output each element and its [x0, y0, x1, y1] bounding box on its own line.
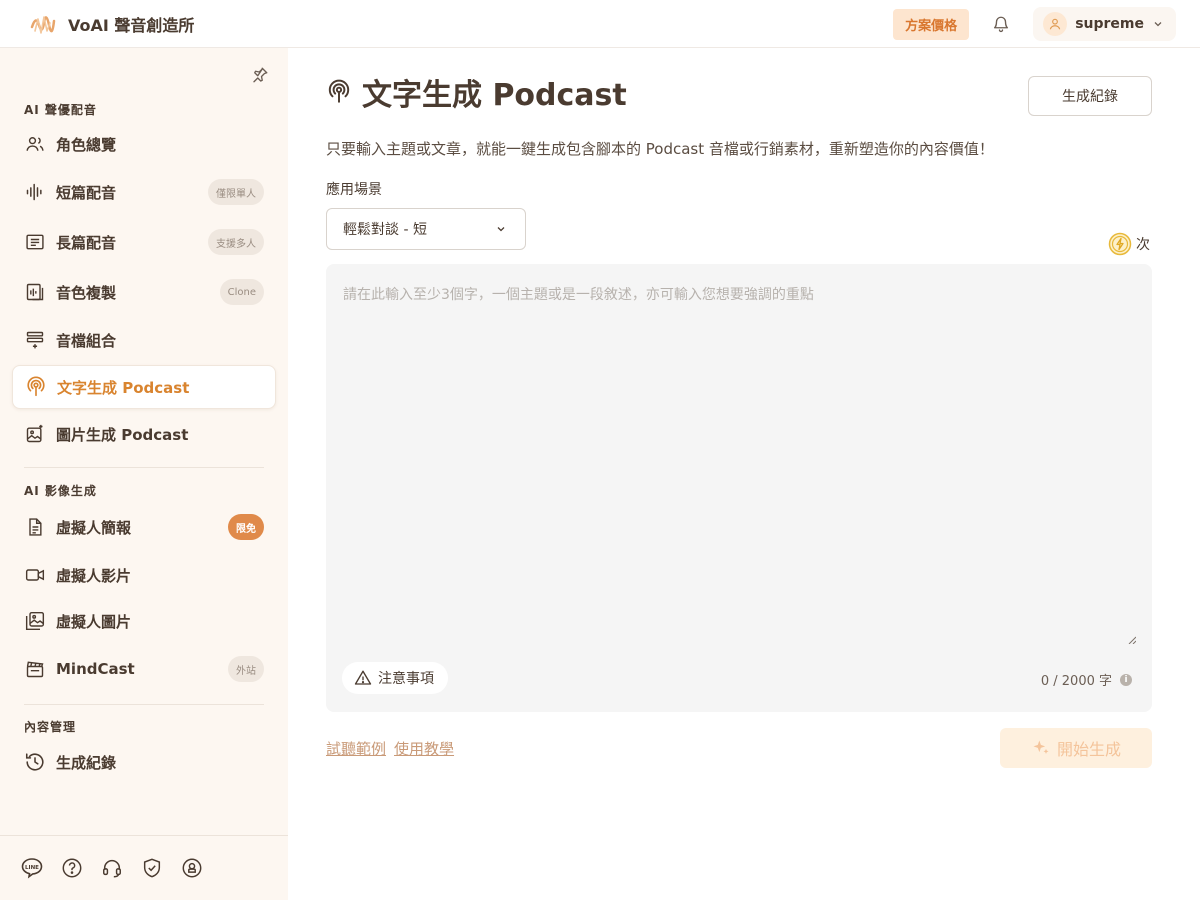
- sparkle-icon: [1033, 740, 1049, 754]
- podcast-icon: [328, 79, 350, 103]
- help-icon[interactable]: [60, 856, 84, 880]
- divider: [24, 467, 264, 468]
- user-menu[interactable]: supreme: [1033, 7, 1176, 41]
- top-bar: VoAI 聲音創造所 方案價格 supreme: [0, 0, 1200, 48]
- document-icon: [24, 516, 46, 538]
- sidebar: AI 聲優配音 角色總覽 短篇配音 僅限單人 長篇配音 支援多人 音色複製 Cl…: [0, 48, 288, 900]
- sidebar-item-label: 虛擬人圖片: [56, 612, 132, 631]
- sidebar-item-audio-combine[interactable]: 音檔組合: [12, 318, 276, 362]
- sidebar-item-label: 長篇配音: [56, 233, 117, 252]
- sidebar-item-image-podcast[interactable]: 圖片生成 Podcast: [12, 412, 276, 456]
- chevron-down-icon: [1154, 22, 1162, 27]
- sidebar-item-label: 短篇配音: [56, 183, 117, 202]
- badge-free: 限免: [228, 514, 264, 540]
- sample-link[interactable]: 試聽範例: [326, 738, 386, 759]
- section-title-voice: AI 聲優配音: [24, 103, 97, 117]
- sidebar-item-avatar-presentation[interactable]: 虛擬人簡報 限免: [12, 505, 276, 549]
- sidebar-item-label: 音色複製: [56, 283, 117, 302]
- avatar: [1043, 12, 1068, 36]
- sidebar-item-characters[interactable]: 角色總覽: [12, 122, 276, 166]
- text-editor[interactable]: 請在此輸入至少3個字，一個主題或是一段敘述，亦可輸入您想要強調的重點 注意事項 …: [326, 264, 1152, 712]
- voai-logo-icon: [30, 15, 56, 34]
- list-box-icon: [24, 231, 46, 253]
- section-title-video: AI 影像生成: [24, 484, 97, 498]
- privacy-icon[interactable]: [180, 856, 204, 880]
- history-button[interactable]: 生成紀錄: [1028, 76, 1152, 116]
- warning-icon: [354, 670, 372, 685]
- sidebar-item-label: MindCast: [56, 660, 135, 678]
- scene-label: 應用場景: [326, 182, 382, 198]
- image-icon: [24, 610, 46, 632]
- badge-multi-support: 支援多人: [208, 229, 264, 255]
- sidebar-item-label: 虛擬人影片: [56, 566, 132, 585]
- page-description: 只要輸入主題或文章，就能一鍵生成包含腳本的 Podcast 音檔或行銷素材，重新…: [326, 140, 994, 158]
- divider: [24, 704, 264, 705]
- sidebar-item-voice-clone[interactable]: 音色複製 Clone: [12, 270, 276, 314]
- sidebar-item-short-dubbing[interactable]: 短篇配音 僅限單人: [12, 170, 276, 214]
- main-content: 文字生成 Podcast 生成紀錄 只要輸入主題或文章，就能一鍵生成包含腳本的 …: [288, 48, 1200, 900]
- pin-icon[interactable]: [251, 66, 271, 86]
- resize-handle-icon[interactable]: [1128, 636, 1136, 644]
- shield-check-icon[interactable]: [140, 856, 164, 880]
- bell-icon[interactable]: [991, 14, 1011, 34]
- title-row: 文字生成 Podcast: [326, 70, 627, 114]
- history-icon: [24, 751, 46, 773]
- section-title-content: 內容管理: [24, 720, 77, 734]
- headset-icon[interactable]: [100, 856, 124, 880]
- sidebar-item-label: 音檔組合: [56, 331, 117, 350]
- svg-text:LINE: LINE: [25, 865, 39, 871]
- line-icon[interactable]: LINE: [20, 856, 44, 880]
- pricing-button[interactable]: 方案價格: [893, 8, 970, 40]
- sidebar-item-history[interactable]: 生成紀錄: [12, 740, 276, 784]
- badge-single-only: 僅限單人: [208, 179, 264, 205]
- voice-clone-icon: [24, 281, 46, 303]
- image-sparkle-icon: [24, 423, 46, 445]
- info-icon[interactable]: i: [1120, 673, 1132, 686]
- sidebar-item-avatar-video[interactable]: 虛擬人影片: [12, 553, 276, 597]
- badge-clone: Clone: [219, 279, 264, 305]
- page-title: 文字生成 Podcast: [362, 78, 627, 113]
- sidebar-item-label: 圖片生成 Podcast: [56, 425, 189, 444]
- scene-select[interactable]: 輕鬆對談 - 短: [326, 208, 526, 250]
- sidebar-item-label: 生成紀錄: [56, 753, 117, 772]
- clapperboard-icon: [24, 658, 46, 680]
- char-count: 0 / 2000 字: [1040, 674, 1112, 689]
- credits-indicator: 次: [1108, 232, 1150, 256]
- chevron-down-icon: [497, 227, 505, 232]
- lightning-icon: [1108, 232, 1132, 256]
- tutorial-link[interactable]: 使用教學: [394, 738, 454, 759]
- sidebar-item-label: 文字生成 Podcast: [57, 378, 190, 397]
- notice-button[interactable]: 注意事項: [342, 662, 448, 694]
- podcast-icon: [25, 376, 47, 398]
- notice-label: 注意事項: [378, 671, 434, 687]
- brand[interactable]: VoAI 聲音創造所: [30, 11, 194, 37]
- waveform-icon: [24, 181, 46, 203]
- users-icon: [24, 133, 46, 155]
- layers-add-icon: [24, 329, 46, 351]
- video-icon: [24, 564, 46, 586]
- brand-name: VoAI 聲音創造所: [68, 15, 195, 35]
- sidebar-item-text-podcast[interactable]: 文字生成 Podcast: [12, 365, 276, 409]
- sidebar-item-label: 角色總覽: [56, 135, 117, 154]
- char-counter: 0 / 2000 字 i: [1041, 670, 1132, 689]
- sidebar-item-avatar-image[interactable]: 虛擬人圖片: [12, 599, 276, 643]
- help-links: 試聽範例 使用教學: [326, 738, 462, 759]
- sidebar-item-label: 虛擬人簡報: [56, 518, 132, 537]
- sidebar-item-long-dubbing[interactable]: 長篇配音 支援多人: [12, 220, 276, 264]
- sidebar-footer: LINE: [0, 835, 288, 900]
- scene-select-value: 輕鬆對談 - 短: [343, 222, 427, 238]
- start-generate-label: 開始生成: [1056, 740, 1121, 759]
- editor-placeholder: 請在此輸入至少3個字，一個主題或是一段敘述，亦可輸入您想要強調的重點: [343, 287, 814, 303]
- start-generate-button[interactable]: 開始生成: [1000, 728, 1152, 768]
- badge-external: 外站: [228, 656, 264, 682]
- user-name: supreme: [1075, 16, 1144, 32]
- credits-unit: 次: [1136, 237, 1150, 253]
- sidebar-item-mindcast[interactable]: MindCast 外站: [12, 647, 276, 691]
